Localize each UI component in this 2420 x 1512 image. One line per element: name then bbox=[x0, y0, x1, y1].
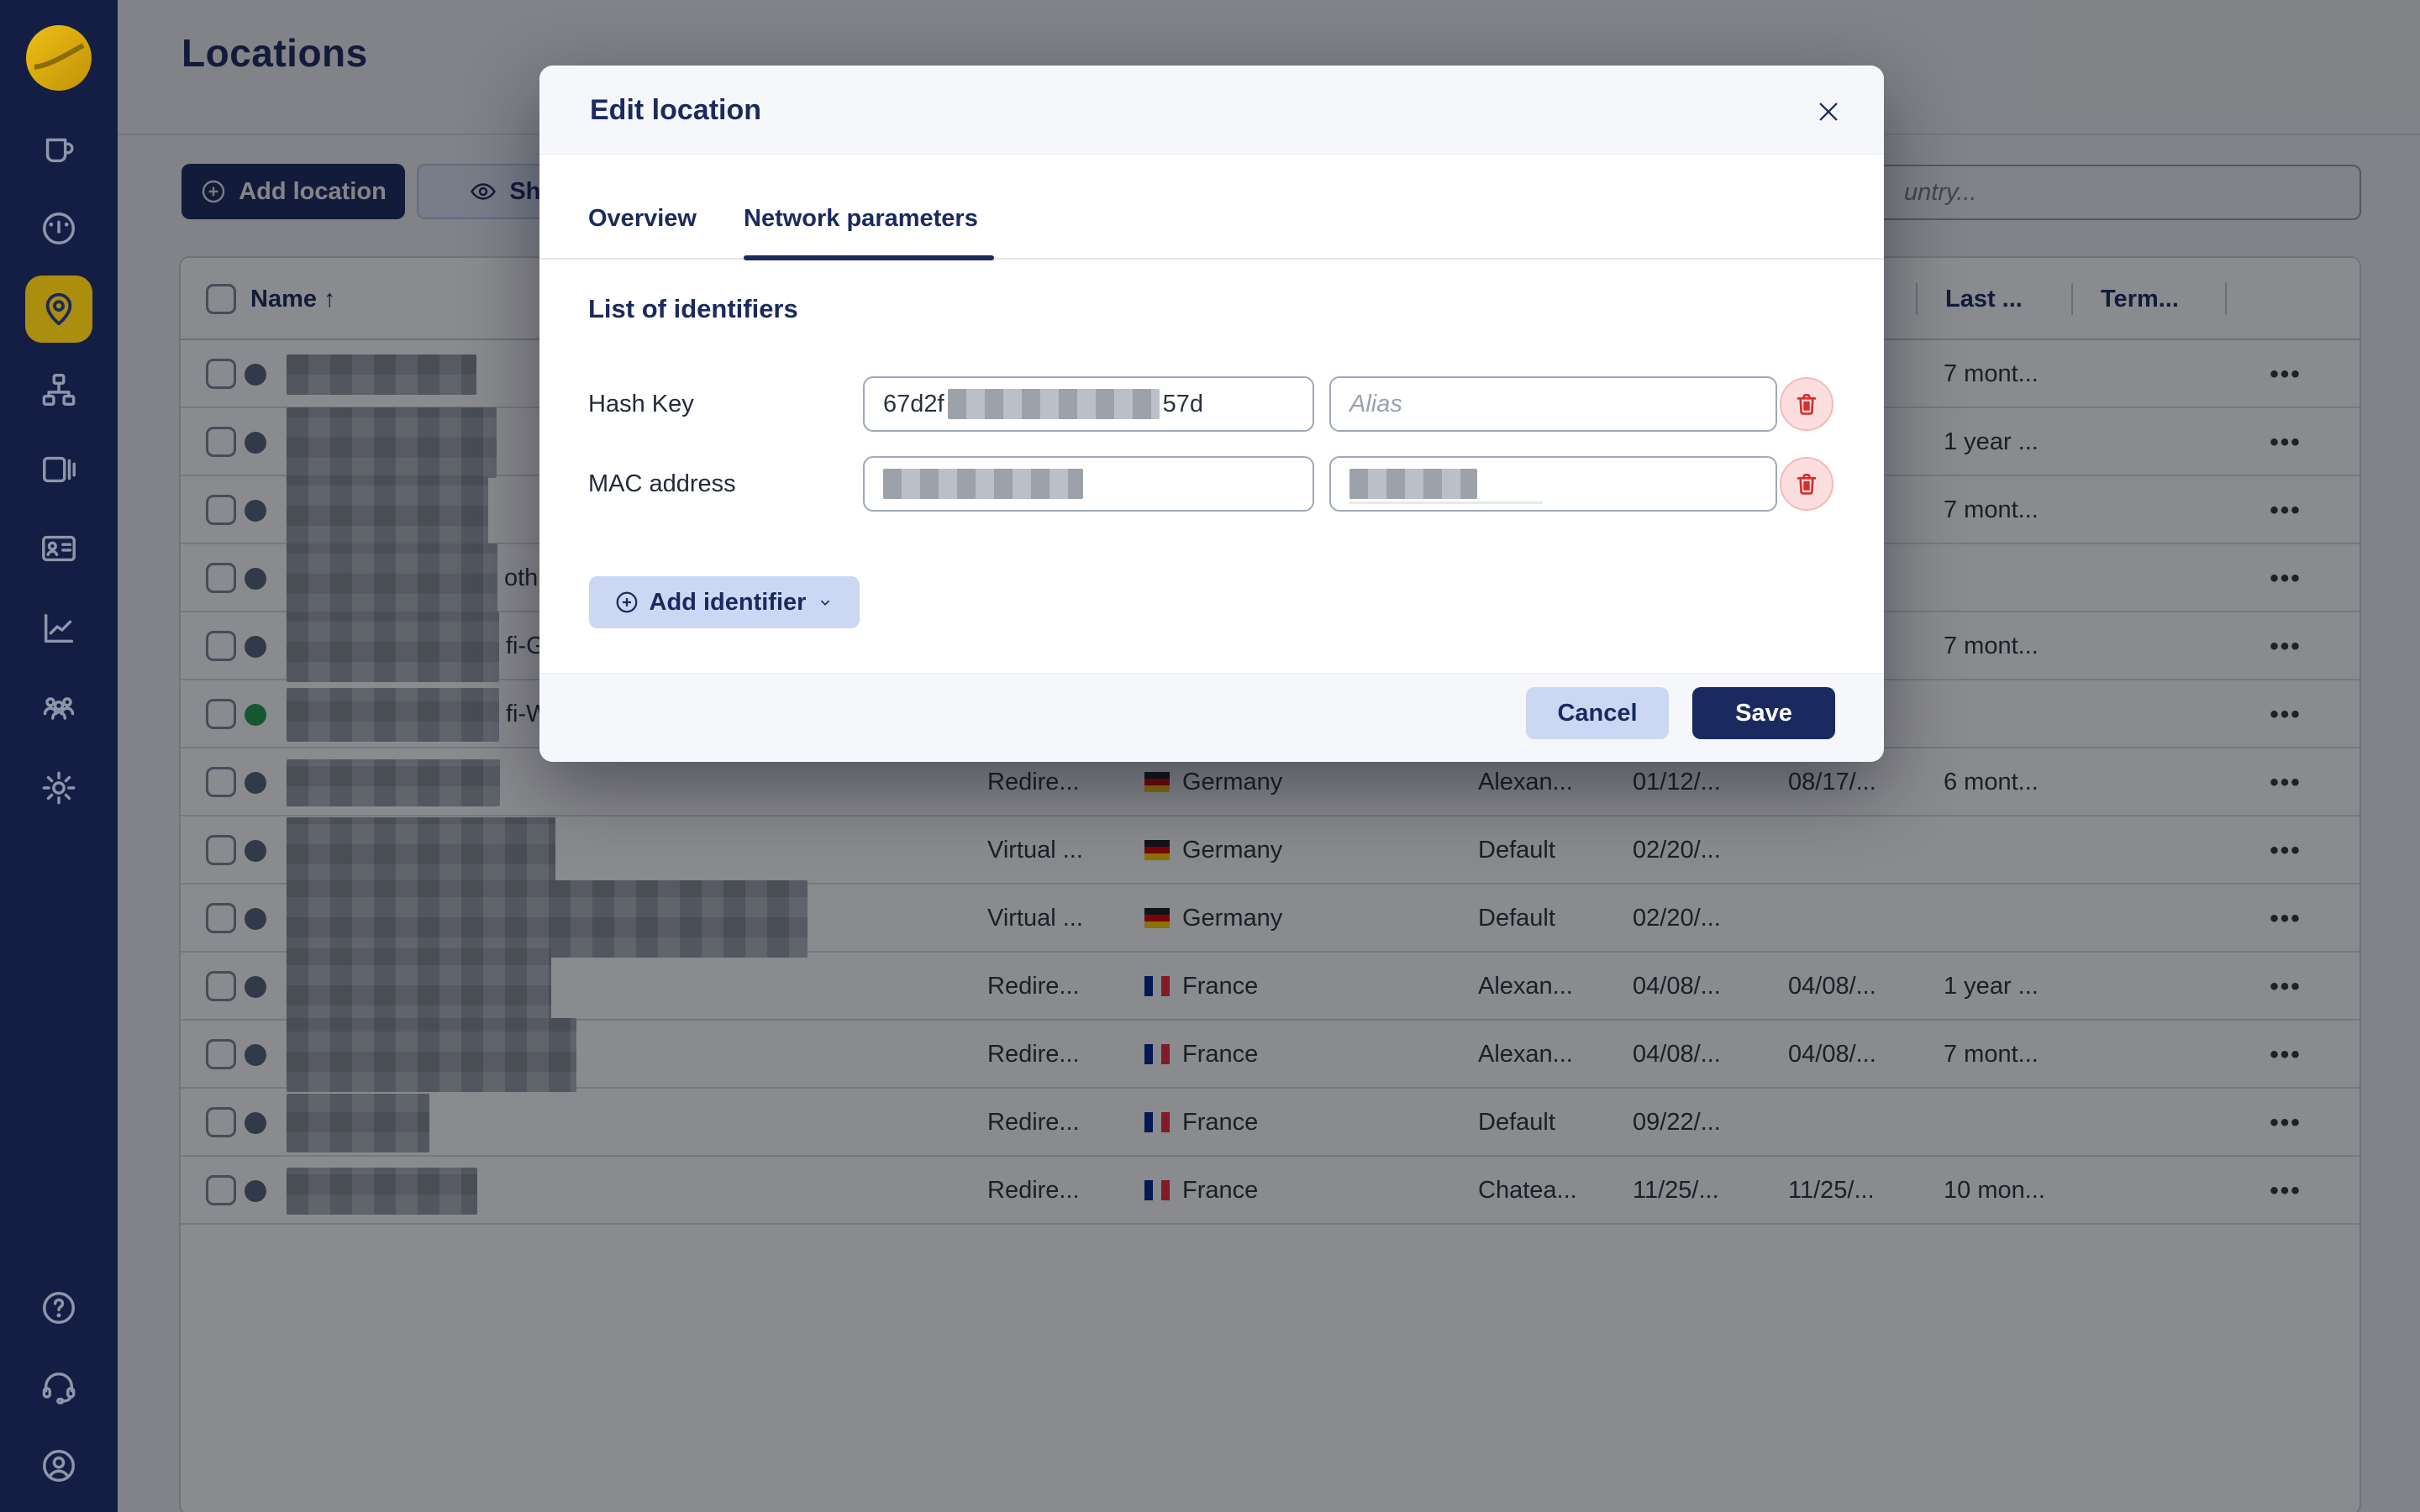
tab-network-parameters[interactable]: Network parameters bbox=[744, 192, 978, 245]
sidebar-item-sitemap[interactable] bbox=[25, 356, 92, 423]
hash-key-alias-input[interactable]: Alias bbox=[1329, 376, 1777, 432]
location-pin-icon bbox=[39, 290, 78, 328]
alias-placeholder: Alias bbox=[1349, 391, 1402, 418]
modal-footer: Cancel Save bbox=[539, 673, 1884, 762]
tab-overview[interactable]: Overview bbox=[588, 192, 697, 245]
save-button[interactable]: Save bbox=[1692, 687, 1835, 739]
sidebar-item-line-chart[interactable] bbox=[25, 595, 92, 662]
modal-header: Edit location bbox=[539, 66, 1884, 155]
sidebar-item-location-pin[interactable] bbox=[25, 276, 92, 343]
mac-alias-input[interactable] bbox=[1329, 456, 1777, 512]
gear-icon bbox=[39, 769, 78, 807]
add-identifier-button[interactable]: Add identifier bbox=[589, 576, 860, 628]
modal-title: Edit location bbox=[590, 66, 761, 155]
sidebar-item-headset[interactable] bbox=[25, 1353, 92, 1420]
tabs-underline bbox=[539, 258, 1884, 260]
sidebar-item-mug[interactable] bbox=[25, 116, 92, 183]
cancel-button[interactable]: Cancel bbox=[1526, 687, 1669, 739]
close-icon[interactable] bbox=[1810, 93, 1847, 130]
redacted-hash-blur bbox=[948, 389, 1160, 419]
trash-icon bbox=[1793, 470, 1820, 498]
edit-location-modal: Edit location Overview Network parameter… bbox=[539, 66, 1884, 762]
mac-address-input[interactable] bbox=[863, 456, 1314, 512]
chevron-down-icon bbox=[816, 593, 834, 612]
sidebar-item-kiosk[interactable] bbox=[25, 436, 92, 503]
hash-key-label: Hash Key bbox=[588, 376, 694, 432]
redacted-alias-blur bbox=[1349, 469, 1477, 499]
headset-icon bbox=[39, 1368, 78, 1406]
sidebar-item-id-card[interactable] bbox=[25, 515, 92, 582]
hash-key-input[interactable]: 67d2f 57d bbox=[863, 376, 1314, 432]
sidebar bbox=[0, 0, 118, 1512]
delete-hash-key-button[interactable] bbox=[1780, 377, 1833, 431]
id-card-icon bbox=[39, 529, 78, 568]
sitemap-icon bbox=[39, 370, 78, 409]
account-icon bbox=[39, 1446, 78, 1485]
redacted-mac-blur bbox=[883, 469, 1083, 499]
sidebar-item-users[interactable] bbox=[25, 674, 92, 741]
users-icon bbox=[39, 688, 78, 727]
mac-address-label: MAC address bbox=[588, 456, 736, 512]
sidebar-item-gear[interactable] bbox=[25, 754, 92, 822]
hash-key-value-suffix: 57d bbox=[1163, 391, 1203, 418]
line-chart-icon bbox=[39, 609, 78, 648]
alias-underline bbox=[1349, 501, 1543, 504]
plus-circle-icon bbox=[614, 590, 639, 615]
section-title: List of identifiers bbox=[588, 294, 798, 324]
gauge-icon bbox=[39, 209, 78, 248]
app-logo-icon[interactable] bbox=[26, 25, 92, 91]
mug-icon bbox=[39, 130, 78, 169]
kiosk-icon bbox=[39, 450, 78, 489]
hash-key-value-prefix: 67d2f bbox=[883, 391, 944, 418]
sidebar-item-account[interactable] bbox=[25, 1432, 92, 1499]
trash-icon bbox=[1793, 390, 1820, 418]
sidebar-item-gauge[interactable] bbox=[25, 195, 92, 262]
help-icon bbox=[39, 1289, 78, 1327]
sidebar-item-help[interactable] bbox=[25, 1274, 92, 1341]
active-tab-indicator bbox=[744, 255, 994, 260]
delete-mac-address-button[interactable] bbox=[1780, 457, 1833, 511]
